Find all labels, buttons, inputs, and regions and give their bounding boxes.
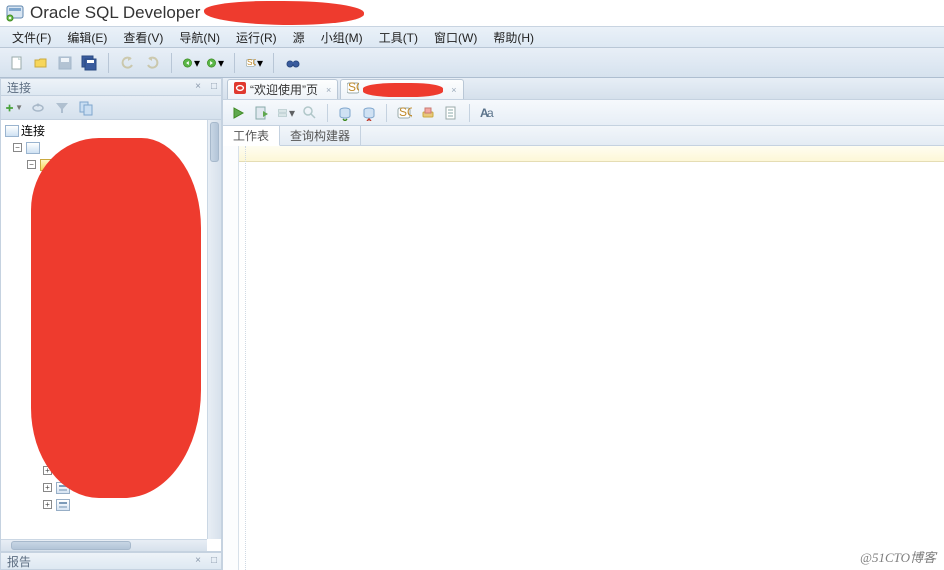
app-icon — [6, 4, 24, 22]
tab-welcome[interactable]: “欢迎使用”页 × — [227, 79, 338, 99]
connections-panel-title: 连接 — [7, 79, 31, 96]
rollback-icon[interactable] — [360, 104, 378, 122]
menu-help[interactable]: 帮助(H) — [485, 27, 542, 48]
toolbar-separator — [273, 53, 274, 73]
editor-ruler — [223, 146, 944, 162]
menu-team[interactable]: 小组(M) — [313, 27, 371, 48]
editor-tab-strip: “欢迎使用”页 × SQL × — [223, 78, 944, 100]
explain-plan-icon[interactable]: ▾ — [277, 104, 295, 122]
menu-bar: 文件(F) 编辑(E) 查看(V) 导航(N) 运行(R) 源 小组(M) 工具… — [0, 26, 944, 48]
worksheet-toolbar: ▾ SQL Aa — [223, 100, 944, 126]
filter-icon[interactable] — [53, 99, 71, 117]
horizontal-scrollbar[interactable] — [1, 539, 207, 551]
menu-source[interactable]: 源 — [285, 27, 313, 48]
tree-collapse-icon[interactable]: − — [13, 143, 22, 152]
panel-minimize-icon[interactable]: □ — [211, 81, 217, 92]
app-title: Oracle SQL Developer — [30, 3, 200, 23]
sql-tuning-icon[interactable]: SQL — [395, 104, 413, 122]
tab-worksheet[interactable]: SQL × — [340, 79, 463, 99]
editor-gutter — [223, 146, 239, 570]
reports-panel-header: 报告 × □ — [0, 552, 222, 570]
tab-close-icon[interactable]: × — [326, 85, 331, 95]
toolbar-separator — [108, 53, 109, 73]
window-title-bar: Oracle SQL Developer — [0, 0, 944, 26]
toolbar-separator — [469, 104, 470, 122]
toolbar-separator — [386, 104, 387, 122]
watermark: @51CTO博客 — [860, 547, 936, 566]
vertical-scrollbar[interactable] — [207, 120, 221, 539]
tab-close-icon[interactable]: × — [451, 85, 456, 95]
nav-forward-icon[interactable]: ▾ — [206, 54, 224, 72]
redacted-tab-label — [363, 83, 443, 97]
save-all-icon[interactable] — [80, 54, 98, 72]
run-statement-icon[interactable] — [229, 104, 247, 122]
undo-icon[interactable] — [119, 54, 137, 72]
tree-root-label: 连接 — [21, 122, 45, 139]
main-toolbar: ▾ ▾ SQL▾ — [0, 48, 944, 78]
query-builder-tab-label: 查询构建器 — [290, 127, 350, 144]
toolbar-separator — [234, 53, 235, 73]
sql-icon: SQL — [347, 82, 359, 97]
menu-run[interactable]: 运行(R) — [228, 27, 285, 48]
svg-text:SQL: SQL — [247, 58, 256, 67]
menu-file[interactable]: 文件(F) — [4, 27, 59, 48]
reports-panel-title: 报告 — [7, 553, 31, 570]
connections-toolbar: ▼ — [0, 96, 222, 120]
panel-close-icon[interactable]: × — [195, 81, 201, 92]
copy-icon[interactable] — [77, 99, 95, 117]
tab-worksheet-sheet[interactable]: 工作表 — [223, 126, 280, 146]
tree-root-connections[interactable]: 连接 — [5, 122, 221, 139]
oracle-icon — [234, 82, 246, 97]
scroll-thumb[interactable] — [11, 541, 131, 550]
tab-welcome-label: “欢迎使用”页 — [250, 81, 318, 98]
connections-root-icon — [5, 125, 19, 137]
sql-icon[interactable]: SQL▾ — [245, 54, 263, 72]
worksheet-tab-label: 工作表 — [233, 127, 269, 144]
tree-expand-icon[interactable]: + — [43, 483, 52, 492]
tree-expand-icon[interactable]: + — [43, 500, 52, 509]
redacted-tree-content — [31, 138, 201, 498]
binoculars-icon[interactable] — [284, 54, 302, 72]
svg-text:a: a — [487, 106, 494, 120]
commit-icon[interactable] — [336, 104, 354, 122]
toolbar-separator — [171, 53, 172, 73]
scroll-thumb[interactable] — [210, 122, 219, 162]
svg-text:SQL: SQL — [348, 82, 359, 94]
menu-window[interactable]: 窗口(W) — [426, 27, 485, 48]
history-icon[interactable] — [443, 104, 461, 122]
connections-tree[interactable]: 连接 − − 表（已过滤） + + + + + + + + — [0, 120, 222, 552]
tab-query-builder[interactable]: 查询构建器 — [280, 126, 361, 146]
menu-navigate[interactable]: 导航(N) — [171, 27, 228, 48]
autotrace-icon[interactable] — [301, 104, 319, 122]
panel-close-icon[interactable]: × — [195, 555, 201, 566]
table-row[interactable]: + — [5, 496, 221, 513]
clear-icon[interactable] — [419, 104, 437, 122]
redacted-title — [204, 1, 364, 25]
svg-text:SQL: SQL — [399, 105, 412, 119]
sql-editor[interactable] — [223, 146, 944, 570]
menu-view[interactable]: 查看(V) — [115, 27, 171, 48]
new-connection-icon[interactable]: ▼ — [5, 99, 23, 117]
connections-panel-header: 连接 × □ — [0, 78, 222, 96]
toolbar-separator — [327, 104, 328, 122]
connection-icon — [26, 142, 40, 154]
worksheet-subtabs: 工作表 查询构建器 — [223, 126, 944, 146]
new-icon[interactable] — [8, 54, 26, 72]
open-icon[interactable] — [32, 54, 50, 72]
redo-icon[interactable] — [143, 54, 161, 72]
nav-back-icon[interactable]: ▾ — [182, 54, 200, 72]
menu-edit[interactable]: 编辑(E) — [59, 27, 115, 48]
menu-tools[interactable]: 工具(T) — [371, 27, 426, 48]
run-script-icon[interactable] — [253, 104, 271, 122]
editor-margin-line — [245, 146, 246, 570]
save-icon[interactable] — [56, 54, 74, 72]
tree-collapse-icon[interactable]: − — [27, 160, 36, 169]
refresh-icon[interactable] — [29, 99, 47, 117]
panel-minimize-icon[interactable]: □ — [211, 555, 217, 566]
case-icon[interactable]: Aa — [478, 104, 496, 122]
table-icon — [56, 499, 70, 511]
